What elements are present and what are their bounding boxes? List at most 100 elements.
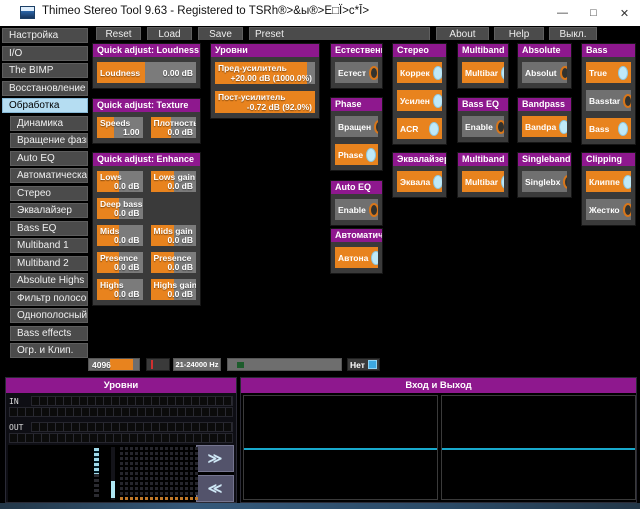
- sidebar-item-10[interactable]: Эквалайзер: [10, 203, 88, 218]
- toggle-absolut[interactable]: Absolut: [522, 62, 567, 83]
- toggle-клиппе[interactable]: Клиппе: [586, 171, 631, 192]
- slider-mids[interactable]: Mids0.0 dB: [97, 225, 143, 246]
- toggle-естест[interactable]: Естест: [335, 62, 378, 83]
- slider-value: 0.0 dB: [114, 289, 140, 299]
- sidebar-item-2[interactable]: The BIMP: [2, 63, 88, 78]
- power-off-button[interactable]: Выкл.: [549, 27, 597, 41]
- help-button[interactable]: Help: [494, 27, 544, 41]
- latency-toggle[interactable]: Нет: [347, 358, 380, 371]
- toggle-label: Эквала: [400, 177, 430, 187]
- band-marker-dot: [165, 497, 168, 500]
- frequency-range-button[interactable]: 21-24000 Hz: [173, 358, 221, 371]
- sidebar-item-18[interactable]: Огр. и Клип.: [10, 343, 88, 358]
- toggle-bass[interactable]: Bass: [586, 118, 631, 139]
- toggle-label: True: [589, 68, 607, 78]
- toggle-усилен[interactable]: Усилен: [397, 90, 442, 111]
- toggle-multibar[interactable]: Multibar: [462, 62, 504, 83]
- toggle-phase[interactable]: Phase: [335, 144, 378, 165]
- toggle-enable[interactable]: Enable: [335, 199, 378, 220]
- panel-qa-enhance: Quick adjust: EnhanceLows0.0 dBLows gain…: [92, 152, 201, 306]
- close-icon[interactable]: ✕: [609, 0, 640, 26]
- slider-highs[interactable]: Highs0.0 dB: [97, 279, 143, 300]
- toggle-эквала[interactable]: Эквала: [397, 171, 442, 192]
- slider-mids-gain[interactable]: Mids gain0.0 dB: [151, 225, 197, 246]
- slider-presence[interactable]: Presence0.0 dB: [97, 252, 143, 273]
- io-panel-title: Вход и Выход: [241, 378, 636, 393]
- slider-speeds[interactable]: Speeds1.00: [97, 117, 143, 138]
- slider-пред-усилитель[interactable]: Пред-усилитель+20.00 dB (1000.0%): [215, 62, 315, 84]
- scroll-right-button[interactable]: ≫: [196, 445, 234, 472]
- panel-multiband-1: MultibandMultibar: [457, 43, 509, 89]
- band-marker-dot: [130, 497, 133, 500]
- toggle-indicator-icon: [433, 175, 442, 189]
- maximize-icon[interactable]: □: [578, 0, 609, 26]
- cpu-meter: [146, 358, 170, 371]
- spectrum-band-column: [160, 447, 163, 495]
- toggle-коррек[interactable]: Коррек: [397, 62, 442, 83]
- levels-meter-panel: Уровни IN OUT ≫ ≪: [5, 377, 237, 503]
- spectrum-band-column: [195, 447, 198, 495]
- save-button[interactable]: Save: [198, 27, 243, 41]
- sidebar-item-9[interactable]: Стерео: [10, 186, 88, 201]
- sidebar-item-16[interactable]: Однополосный: [10, 308, 88, 323]
- window-title: Thimeo Stereo Tool 9.63 - Registered to …: [42, 5, 369, 17]
- sidebar-item-6[interactable]: Вращение фазы: [10, 133, 88, 148]
- toggle-bandpa[interactable]: Bandpa: [522, 116, 567, 137]
- sidebar-item-12[interactable]: Multiband 1: [10, 238, 88, 253]
- in-meter-row-2: [9, 407, 233, 417]
- sidebar-item-11[interactable]: Bass EQ: [10, 221, 88, 236]
- minimize-icon[interactable]: —: [547, 0, 578, 26]
- toggle-жестко[interactable]: Жестко: [586, 199, 631, 220]
- preset-button[interactable]: Preset: [249, 27, 430, 41]
- slider-lows[interactable]: Lows0.0 dB: [97, 171, 143, 192]
- panel-title: Clipping: [582, 153, 635, 166]
- slider-loudness[interactable]: Loudness0.00 dB: [97, 62, 196, 83]
- toggle-indicator-icon: [623, 203, 631, 217]
- toggle-enable[interactable]: Enable: [462, 116, 504, 137]
- slider-value: 0.00 dB: [163, 68, 193, 78]
- load-button[interactable]: Load: [147, 27, 192, 41]
- slider-lows-gain[interactable]: Lows gain0.0 dB: [151, 171, 197, 192]
- toggle-multibar[interactable]: Multibar: [462, 171, 504, 192]
- scroll-left-button[interactable]: ≪: [196, 475, 234, 502]
- toggle-label: Multibar: [465, 177, 498, 187]
- sidebar-item-3[interactable]: Восстановление: [2, 81, 88, 96]
- title-bar[interactable]: Thimeo Stereo Tool 9.63 - Registered to …: [0, 0, 640, 26]
- panel-natural: ЕстественнЕстест: [330, 43, 383, 89]
- slider-deep-bass[interactable]: Deep bass0.0 dB: [97, 198, 143, 219]
- sidebar-item-5[interactable]: Динамика: [10, 116, 88, 131]
- slider-плотность[interactable]: Плотность0.0 dB: [151, 117, 197, 138]
- sidebar-item-1[interactable]: I/O: [2, 46, 88, 61]
- sidebar-item-17[interactable]: Bass effects: [10, 326, 88, 341]
- panel-bass: BassTrueBasstarBass: [581, 43, 636, 145]
- sidebar-item-15[interactable]: Фильтр полосовой: [10, 291, 88, 306]
- level-bar-segmented: [94, 448, 99, 499]
- buffer-size-slider[interactable]: 4096: [88, 358, 140, 371]
- panel-title: Эквалайзер: [393, 153, 446, 166]
- toggle-singlebx[interactable]: Singlebx: [522, 171, 567, 192]
- slider-presence[interactable]: Presence0.0 dB: [151, 252, 197, 273]
- sidebar-item-13[interactable]: Multiband 2: [10, 256, 88, 271]
- sidebar-item-0[interactable]: Настройка: [2, 28, 88, 43]
- window-resize-edge[interactable]: [0, 503, 640, 509]
- sidebar-item-7[interactable]: Auto EQ: [10, 151, 88, 166]
- panel-stereo: Стерео Коррек Усилен ACR: [392, 43, 447, 145]
- toggle-вращен[interactable]: Вращен: [335, 116, 378, 137]
- panel-title: Phase: [331, 98, 382, 111]
- reset-button[interactable]: Reset: [96, 27, 141, 41]
- slider-пост-усилитель[interactable]: Пост-усилитель-0.72 dB (92.0%): [215, 91, 315, 113]
- slider-value: 1.00: [123, 127, 140, 137]
- toggle-acr[interactable]: ACR: [397, 118, 442, 139]
- sidebar-item-4[interactable]: Обработка: [2, 98, 88, 113]
- panel-title: Стерео: [393, 44, 446, 57]
- sidebar-item-8[interactable]: Автоматическая: [10, 168, 88, 183]
- panel-title: Уровни: [211, 44, 319, 57]
- toggle-indicator-icon: [366, 148, 376, 162]
- position-slider[interactable]: [227, 358, 342, 371]
- toggle-автона[interactable]: Автона: [335, 247, 378, 268]
- slider-highs-gain[interactable]: Highs gain0.0 dB: [151, 279, 197, 300]
- sidebar-item-14[interactable]: Absolute Highs: [10, 273, 88, 288]
- toggle-basstar[interactable]: Basstar: [586, 90, 631, 111]
- about-button[interactable]: About: [436, 27, 489, 41]
- toggle-true[interactable]: True: [586, 62, 631, 83]
